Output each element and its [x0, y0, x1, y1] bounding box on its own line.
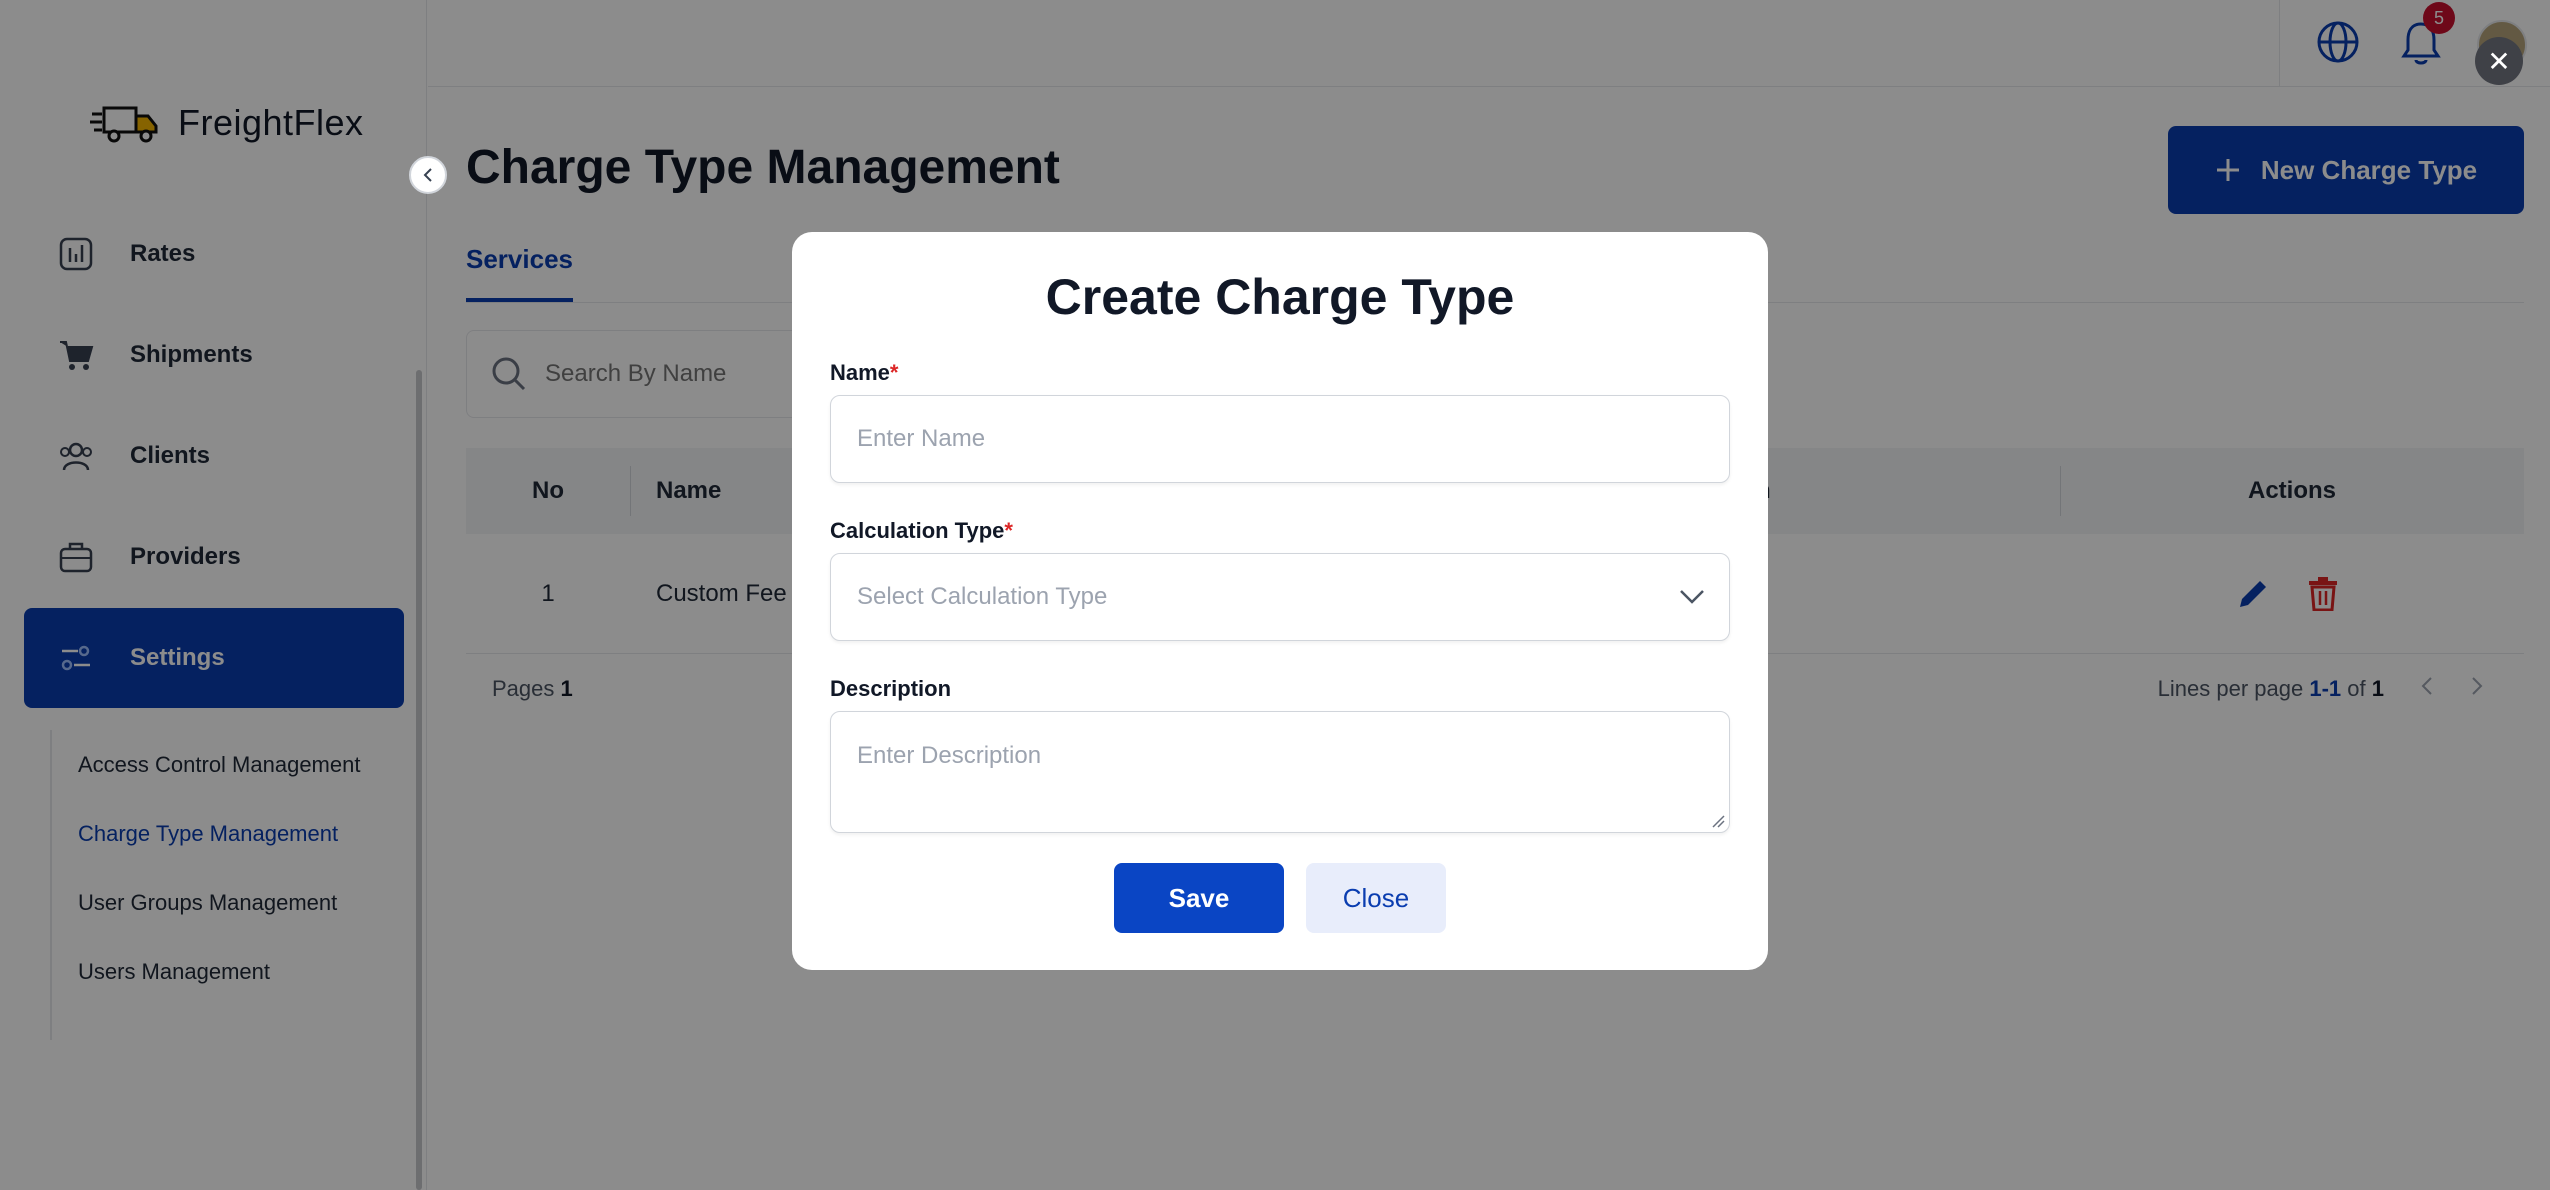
resize-handle-icon[interactable]	[1711, 814, 1725, 828]
calc-label-text: Calculation Type	[830, 518, 1005, 543]
create-charge-type-modal: Create Charge Type Name* Enter Name Calc…	[792, 232, 1768, 970]
chevron-down-icon	[1680, 590, 1704, 604]
name-label: Name*	[830, 360, 898, 386]
description-placeholder: Enter Description	[857, 742, 1042, 769]
calc-type-label: Calculation Type*	[830, 518, 1013, 544]
collapse-sidebar-button[interactable]	[409, 156, 447, 194]
description-textarea[interactable]: Enter Description	[830, 711, 1730, 833]
save-button[interactable]: Save	[1114, 863, 1284, 933]
name-field[interactable]: Enter Name	[830, 395, 1730, 483]
chevron-left-icon	[423, 168, 432, 182]
close-overlay-button[interactable]: ✕	[2475, 37, 2523, 85]
calc-placeholder: Select Calculation Type	[857, 583, 1108, 610]
name-label-text: Name	[830, 360, 890, 385]
required-mark: *	[889, 360, 899, 385]
description-label: Description	[830, 676, 952, 701]
required-mark: *	[1004, 518, 1013, 543]
name-placeholder: Enter Name	[857, 425, 986, 452]
modal-title: Create Charge Type	[1045, 269, 1515, 325]
close-button[interactable]: Close	[1306, 863, 1446, 933]
calc-type-select[interactable]: Select Calculation Type	[830, 553, 1730, 641]
